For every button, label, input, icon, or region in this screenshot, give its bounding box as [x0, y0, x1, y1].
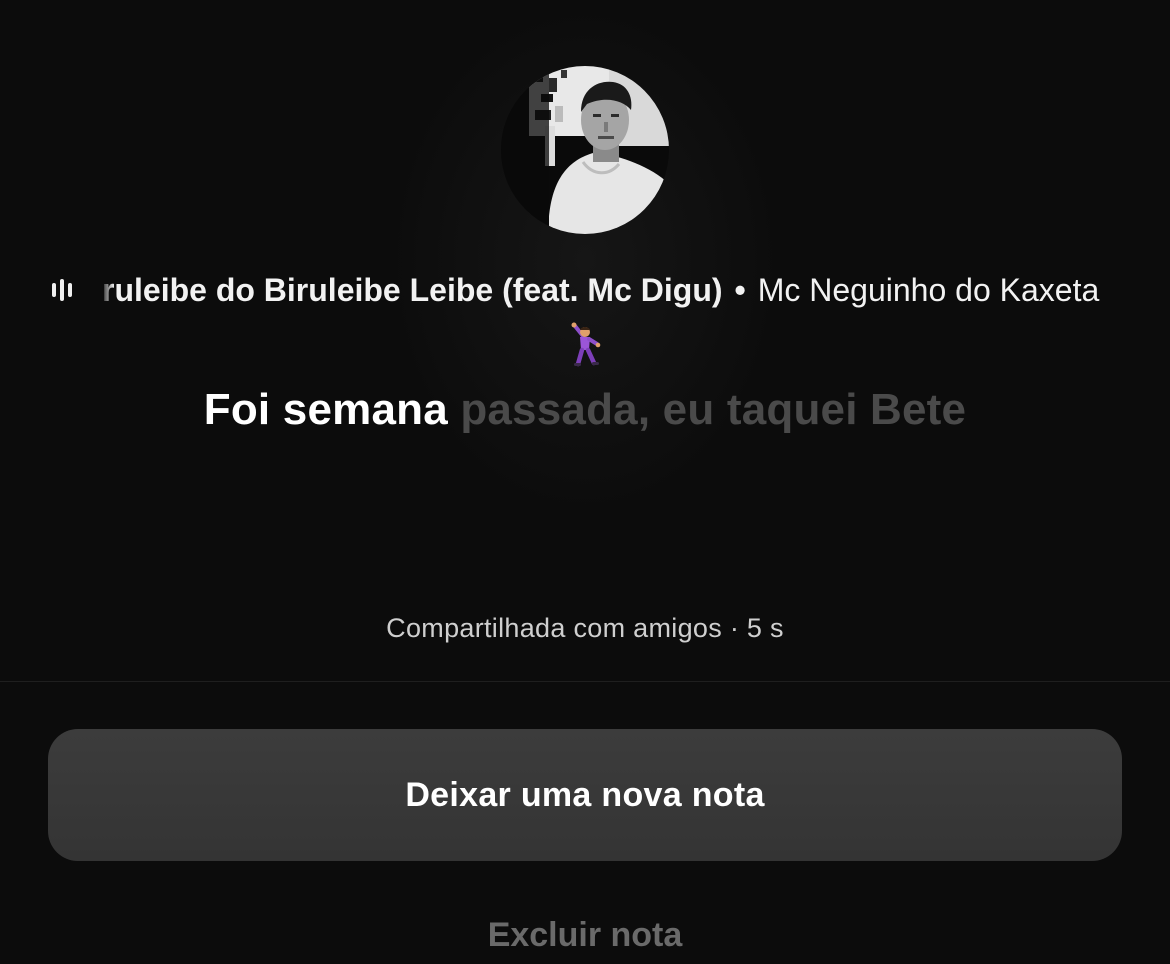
track-title: Biruleibe do Biruleibe Leibe (feat. Mc D…	[100, 272, 723, 308]
track-separator: •	[734, 272, 746, 308]
delete-note-button[interactable]: Excluir nota	[0, 916, 1170, 955]
shared-info: Compartilhada com amigos · 5 s	[386, 613, 784, 643]
lyric-active-text: Foi semana	[203, 385, 448, 434]
track-marquee: Biruleibe do Biruleibe Leibe (feat. Mc D…	[100, 262, 1118, 318]
track-text: Biruleibe do Biruleibe Leibe (feat. Mc D…	[100, 262, 1099, 318]
new-note-button-label: Deixar uma nova nota	[405, 775, 765, 814]
note-viewer-screen: Biruleibe do Biruleibe Leibe (feat. Mc D…	[0, 0, 1170, 964]
music-track-row[interactable]: Biruleibe do Biruleibe Leibe (feat. Mc D…	[52, 262, 1118, 318]
dancing-man-emoji	[567, 322, 603, 368]
divider	[0, 681, 1170, 682]
avatar[interactable]	[501, 66, 669, 234]
lyric-upcoming-text: passada, eu taquei Bete	[460, 385, 967, 434]
note-lyric: Foi semana passada, eu taquei Bete	[0, 385, 1170, 435]
track-artist: Mc Neguinho do Kaxeta	[757, 272, 1100, 308]
audio-waveform-icon	[52, 278, 82, 302]
new-note-button[interactable]: Deixar uma nova nota	[48, 729, 1122, 861]
